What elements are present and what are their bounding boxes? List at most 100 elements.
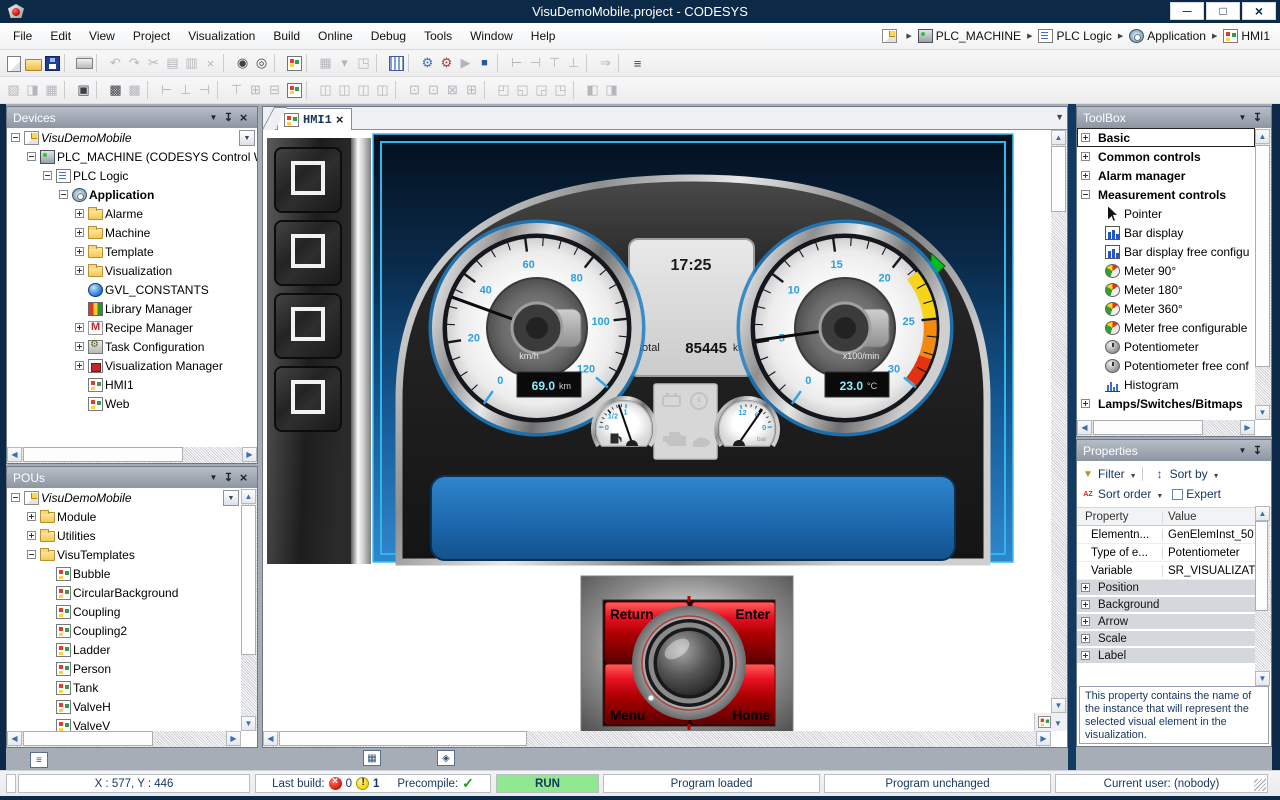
toolbar-icon[interactable]: ⊟ bbox=[265, 80, 284, 100]
scroll-down-icon[interactable] bbox=[1051, 698, 1066, 713]
tree-row[interactable]: VisuTemplates bbox=[7, 545, 241, 564]
toolbox-item[interactable]: Meter 360° bbox=[1077, 299, 1255, 318]
toolbar-icon[interactable]: ⇒ bbox=[596, 53, 615, 73]
toolbar-icon[interactable] bbox=[386, 53, 405, 73]
expander-icon[interactable] bbox=[1081, 634, 1090, 643]
expander-icon[interactable] bbox=[1081, 190, 1090, 199]
toolbox-item[interactable]: Basic bbox=[1077, 128, 1255, 147]
expander-icon[interactable] bbox=[1081, 133, 1090, 142]
maximize-button[interactable] bbox=[1206, 2, 1240, 20]
chevron-down-icon[interactable] bbox=[1054, 715, 1062, 729]
scroll-down-icon[interactable] bbox=[1255, 671, 1270, 686]
toolbar-icon[interactable]: ◱ bbox=[513, 80, 532, 100]
toolbar-icon[interactable]: ◳ bbox=[354, 53, 373, 73]
expander-icon[interactable] bbox=[75, 342, 84, 351]
toolbar-icon[interactable]: ↶ bbox=[106, 53, 125, 73]
panel-splitter[interactable] bbox=[1068, 104, 1076, 796]
menu-item[interactable]: Help bbox=[522, 25, 565, 47]
toolbar-icon[interactable]: ⊡ bbox=[405, 80, 424, 100]
expander-icon[interactable] bbox=[1081, 152, 1090, 161]
expander-icon[interactable] bbox=[1081, 171, 1090, 180]
toolbar-icon[interactable]: ⊠ bbox=[443, 80, 462, 100]
tree-row[interactable]: ValveV bbox=[7, 716, 241, 731]
property-row[interactable]: Elementn... GenElemInst_50 bbox=[1077, 526, 1271, 544]
close-icon[interactable] bbox=[236, 110, 251, 125]
hmi-side-button-1[interactable] bbox=[275, 148, 341, 212]
panel-menu-icon[interactable] bbox=[206, 110, 221, 125]
messages-view-icon[interactable] bbox=[30, 752, 48, 768]
toolbox-item[interactable]: Meter 180° bbox=[1077, 280, 1255, 299]
toolbox-item[interactable]: Potentiometer bbox=[1077, 337, 1255, 356]
toolbar-icon[interactable]: ◉ bbox=[233, 53, 252, 73]
toolbar-icon[interactable] bbox=[497, 54, 504, 72]
breadcrumb-item[interactable]: PLC_MACHINE bbox=[918, 29, 1039, 43]
scroll-left-icon[interactable] bbox=[7, 447, 22, 462]
hmi-side-button-4[interactable] bbox=[275, 367, 341, 431]
toolbar-icon[interactable]: ⚙ bbox=[437, 53, 456, 73]
toolbar-icon[interactable] bbox=[376, 54, 383, 72]
toolbar-icon[interactable]: ◳ bbox=[551, 80, 570, 100]
rotary-knob[interactable] bbox=[632, 606, 746, 720]
toolbar-icon[interactable]: ▥ bbox=[182, 53, 201, 73]
expander-icon[interactable] bbox=[75, 266, 84, 275]
toolbar-icon[interactable] bbox=[484, 81, 491, 99]
properties-vscrollbar[interactable] bbox=[1255, 506, 1270, 686]
scroll-right-icon[interactable] bbox=[1240, 420, 1255, 435]
toolbox-item[interactable]: Lamps/Switches/Bitmaps bbox=[1077, 394, 1255, 413]
expander-icon[interactable] bbox=[27, 152, 36, 161]
toolbar-icon[interactable]: ⊤ bbox=[545, 53, 564, 73]
tree-row[interactable]: Module bbox=[7, 507, 241, 526]
menu-item[interactable]: Debug bbox=[362, 25, 415, 47]
tree-row[interactable]: Alarme bbox=[7, 204, 257, 223]
toolbox-item[interactable]: Meter 90° bbox=[1077, 261, 1255, 280]
tree-row[interactable]: Machine bbox=[7, 223, 257, 242]
expander-icon[interactable] bbox=[59, 190, 68, 199]
current-user-status[interactable]: Current user: (nobody) bbox=[1055, 774, 1268, 793]
toolbar-icon[interactable]: ◎ bbox=[252, 53, 271, 73]
column-header-property[interactable]: Property bbox=[1077, 511, 1163, 523]
expander-icon[interactable] bbox=[27, 550, 36, 559]
expander-icon[interactable] bbox=[1081, 617, 1090, 626]
scroll-left-icon[interactable] bbox=[1077, 420, 1092, 435]
toolbar-icon[interactable] bbox=[408, 54, 415, 72]
devices-hscrollbar[interactable] bbox=[7, 447, 257, 463]
expert-checkbox[interactable] bbox=[1172, 489, 1183, 500]
tree-row[interactable]: Application bbox=[7, 185, 257, 204]
expander-icon[interactable] bbox=[11, 493, 20, 502]
toolbar-icon[interactable]: ⊡ bbox=[424, 80, 443, 100]
minimize-button[interactable] bbox=[1170, 2, 1204, 20]
expander-icon[interactable] bbox=[1081, 600, 1090, 609]
property-group-row[interactable]: Label bbox=[1077, 648, 1271, 665]
sort-by-button[interactable]: Sort by bbox=[1170, 467, 1208, 481]
toolbar-icon[interactable]: ◫ bbox=[373, 80, 392, 100]
toolbar-icon[interactable] bbox=[23, 53, 42, 73]
toolbar-icon[interactable]: ⊥ bbox=[176, 80, 195, 100]
toolbar-icon[interactable] bbox=[306, 81, 313, 99]
expander-icon[interactable] bbox=[75, 209, 84, 218]
toolbar-icon[interactable] bbox=[573, 81, 580, 99]
property-group-row[interactable]: Arrow bbox=[1077, 614, 1271, 631]
scroll-right-icon[interactable] bbox=[242, 447, 257, 462]
toolbar-icon[interactable]: ⊢ bbox=[157, 80, 176, 100]
breadcrumb-item[interactable]: Application bbox=[1129, 29, 1223, 43]
tree-row[interactable]: Visualization Manager bbox=[7, 356, 257, 375]
expander-icon[interactable] bbox=[1081, 651, 1090, 660]
toolbar-icon[interactable]: ⊞ bbox=[462, 80, 481, 100]
tree-row[interactable]: GVL_CONSTANTS bbox=[7, 280, 257, 299]
scroll-thumb[interactable] bbox=[279, 731, 527, 746]
menu-item[interactable]: Edit bbox=[41, 25, 80, 47]
hmi-side-button-3[interactable] bbox=[275, 294, 341, 358]
tree-row[interactable]: Recipe Manager bbox=[7, 318, 257, 337]
toolbar-icon[interactable]: × bbox=[201, 53, 220, 73]
scroll-right-icon[interactable] bbox=[226, 731, 241, 746]
lcd-display[interactable]: 17:25 total 85445 km bbox=[629, 239, 754, 376]
toolbar-icon[interactable]: ▶ bbox=[456, 53, 475, 73]
scroll-right-icon[interactable] bbox=[1036, 731, 1051, 746]
toolbar-icon[interactable]: ⊥ bbox=[564, 53, 583, 73]
panel-menu-icon[interactable] bbox=[1235, 443, 1250, 458]
expander-icon[interactable] bbox=[27, 531, 36, 540]
toolbox-item[interactable]: Bar display bbox=[1077, 223, 1255, 242]
breadcrumb-item[interactable]: HMI1 bbox=[1223, 29, 1270, 43]
scroll-thumb[interactable] bbox=[23, 731, 153, 746]
expander-icon[interactable] bbox=[1081, 583, 1090, 592]
